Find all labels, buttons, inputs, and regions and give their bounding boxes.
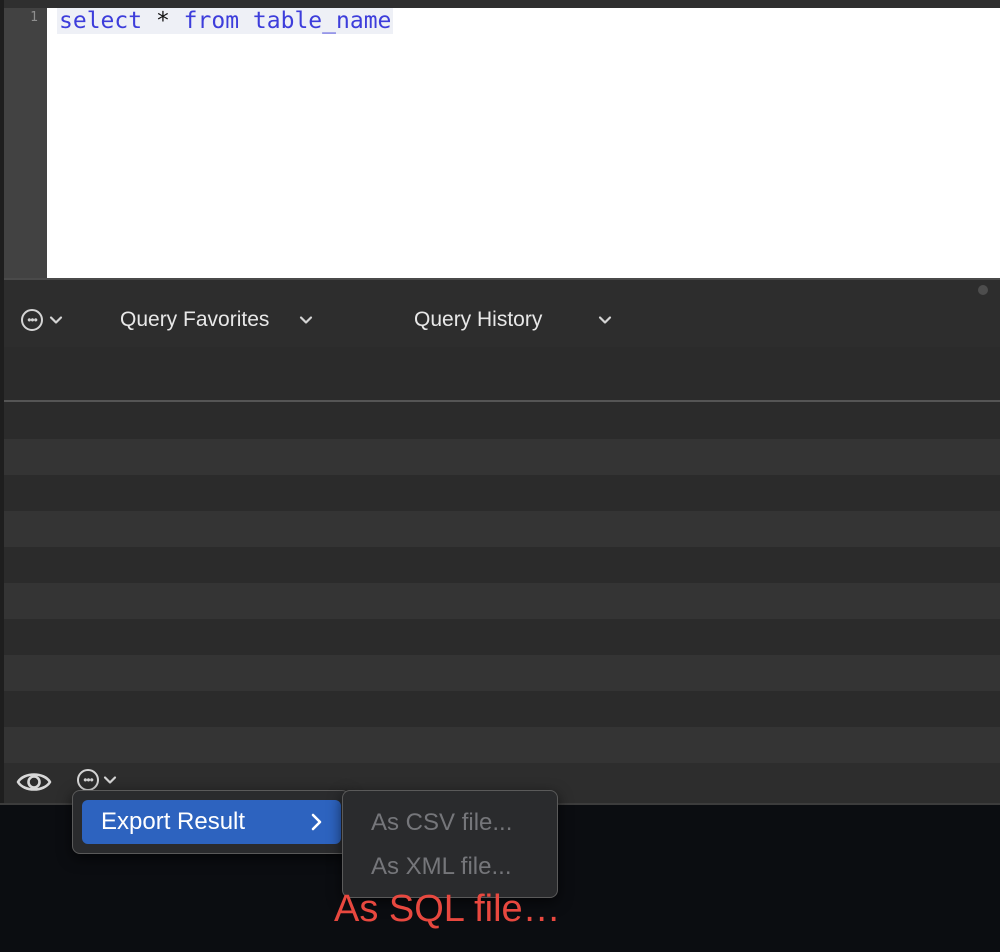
export-result-label: Export Result	[101, 808, 246, 835]
table-row[interactable]	[4, 475, 1000, 511]
query-toolbar: ••• Query Favorites Query History	[4, 280, 1000, 347]
results-actions-menu[interactable]: •••	[77, 769, 117, 791]
code-line[interactable]: select * from table_name	[57, 8, 394, 34]
export-xml-menu-item[interactable]: As XML file...	[371, 853, 511, 881]
ellipsis-circle-icon: •••	[77, 769, 99, 791]
ellipsis-circle-icon: •••	[21, 309, 43, 331]
query-window: 1 select * from table_name ••• Query Fav…	[0, 0, 1000, 805]
code-keyword-from: from	[183, 8, 240, 34]
code-operator: *	[155, 8, 170, 34]
window-top-strip	[0, 0, 1000, 8]
table-row[interactable]	[4, 727, 1000, 763]
query-favorites-label: Query Favorites	[120, 308, 270, 331]
table-row[interactable]	[4, 619, 1000, 655]
chevron-down-icon	[599, 316, 612, 324]
results-header-row	[4, 347, 1000, 402]
window-left-edge	[0, 0, 4, 805]
table-row[interactable]	[4, 655, 1000, 691]
table-row[interactable]	[4, 403, 1000, 439]
export-submenu: As CSV file... As XML file...	[342, 790, 558, 898]
table-row[interactable]	[4, 439, 1000, 475]
export-result-menu-item[interactable]: Export Result	[82, 800, 341, 844]
line-number-gutter: 1	[4, 8, 47, 278]
export-sql-annotation: As SQL file…	[334, 888, 561, 930]
code-table-name: table_name	[252, 8, 392, 34]
chevron-down-icon	[103, 776, 117, 784]
table-row[interactable]	[4, 583, 1000, 619]
table-row[interactable]	[4, 691, 1000, 727]
results-context-menu: Export Result	[72, 790, 350, 854]
chevron-down-icon	[300, 316, 313, 324]
results-table	[4, 347, 1000, 765]
scroll-indicator[interactable]	[978, 285, 988, 295]
table-row[interactable]	[4, 547, 1000, 583]
line-number: 1	[30, 10, 38, 25]
sql-editor[interactable]: 1 select * from table_name	[4, 8, 1000, 278]
eye-icon[interactable]	[16, 767, 52, 797]
chevron-right-icon	[311, 813, 322, 831]
query-history-label: Query History	[414, 308, 543, 331]
export-csv-menu-item[interactable]: As CSV file...	[371, 809, 512, 837]
table-row[interactable]	[4, 511, 1000, 547]
chevron-down-icon	[49, 316, 63, 324]
code-keyword-select: select	[59, 8, 143, 34]
